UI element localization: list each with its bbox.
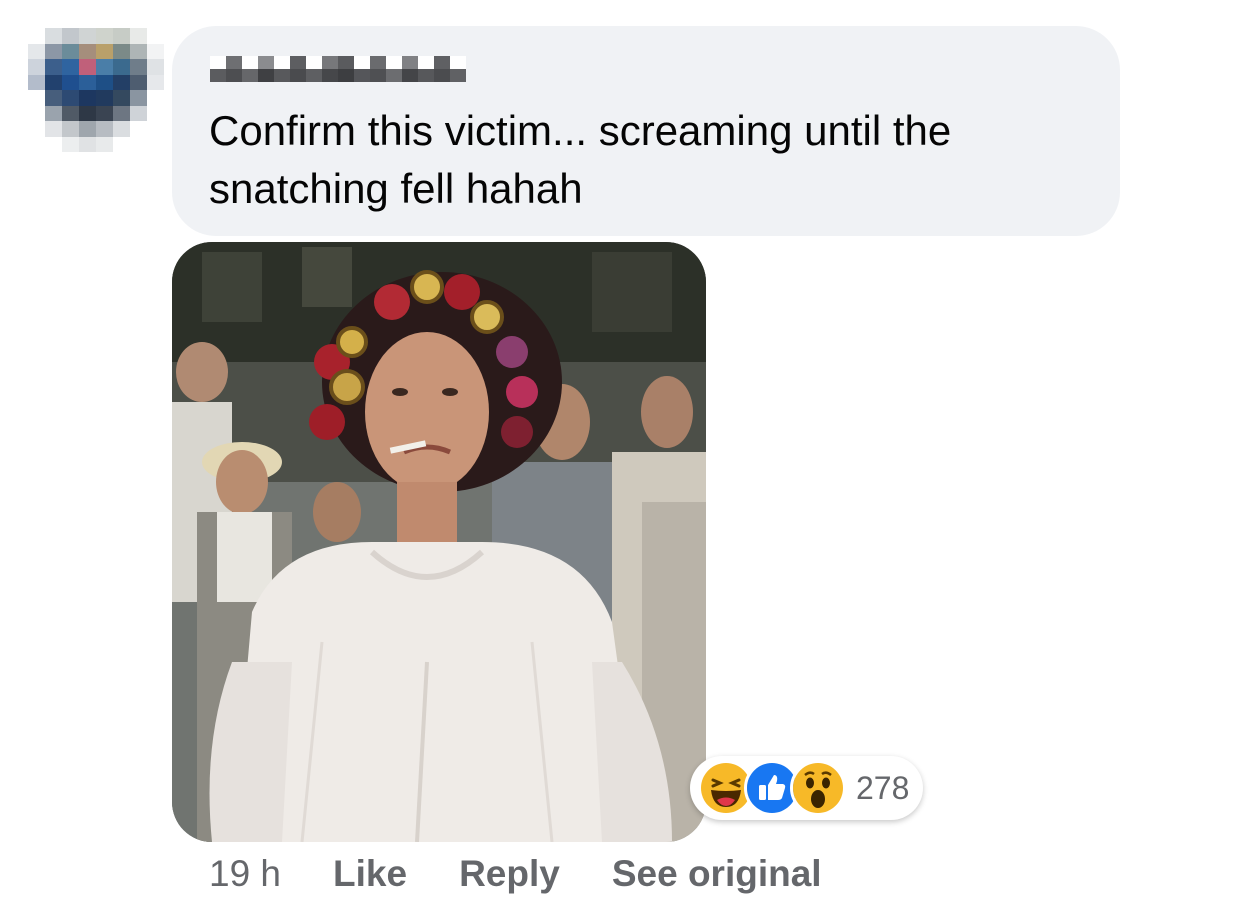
author-name-redacted[interactable] — [210, 56, 466, 82]
wow-icon — [790, 760, 846, 816]
see-original-button[interactable]: See original — [612, 853, 822, 895]
comment-actions: 19 h Like Reply See original — [209, 850, 874, 898]
reaction-count: 278 — [856, 769, 910, 806]
comment-text: Confirm this victim... screaming until t… — [209, 107, 952, 212]
like-button[interactable]: Like — [333, 853, 407, 895]
reactions-summary[interactable]: 278 — [690, 756, 924, 820]
comment-bubble: Confirm this victim... screaming until t… — [172, 26, 1120, 236]
comment-thread: Confirm this victim... screaming until t… — [0, 0, 1240, 920]
comment-attached-photo[interactable] — [172, 242, 706, 842]
comment-timestamp[interactable]: 19 h — [209, 853, 281, 895]
avatar[interactable] — [28, 28, 164, 152]
reply-button[interactable]: Reply — [459, 853, 560, 895]
